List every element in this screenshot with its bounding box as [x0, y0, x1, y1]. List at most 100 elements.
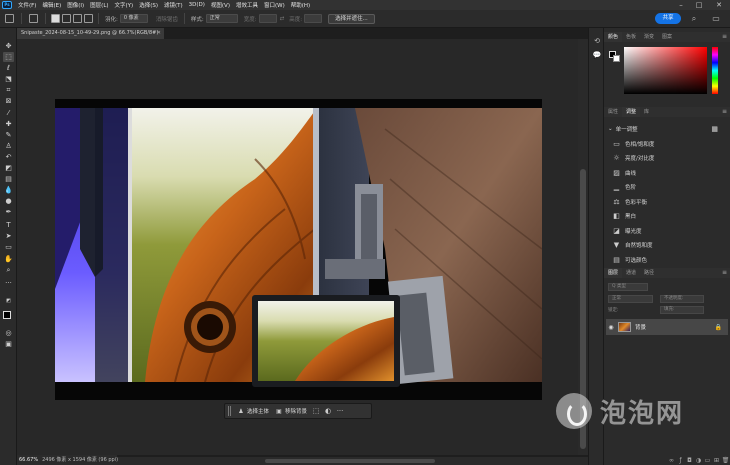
history-brush-tool-icon[interactable]: ↶: [3, 152, 14, 162]
adjust-curves[interactable]: ▨ 曲线: [612, 166, 722, 180]
panel-menu-icon[interactable]: ≡: [722, 107, 727, 117]
maximize-icon[interactable]: □: [692, 0, 706, 10]
menu-type[interactable]: 文字(Y): [112, 1, 137, 9]
move-tool-icon[interactable]: ✥: [3, 41, 14, 51]
adjust-brightness-contrast[interactable]: ☼ 亮度/对比度: [612, 151, 722, 165]
object-select-tool-icon[interactable]: ⬔: [3, 74, 14, 84]
visibility-eye-icon[interactable]: ◉: [606, 324, 616, 331]
adjust-black-white[interactable]: ◧ 黑白: [612, 209, 722, 223]
width-input[interactable]: [258, 14, 277, 23]
color-field[interactable]: [624, 47, 707, 94]
pen-tool-icon[interactable]: ✒: [3, 207, 14, 217]
new-selection-icon[interactable]: [51, 14, 60, 23]
tab-patterns[interactable]: 图案: [658, 32, 676, 42]
tab-swatches[interactable]: 色板: [622, 32, 640, 42]
shape-tool-icon[interactable]: ▭: [3, 242, 14, 252]
transform-icon[interactable]: ⬚: [310, 407, 322, 415]
mask-icon[interactable]: ◘: [685, 457, 694, 464]
tab-adjustments[interactable]: 调整: [622, 107, 641, 117]
panel-menu-icon[interactable]: ≡: [722, 268, 727, 278]
zoom-tool-icon[interactable]: ⌕: [3, 265, 14, 275]
swap-icon[interactable]: ⇄: [280, 16, 285, 22]
close-tab-icon[interactable]: ✕: [157, 28, 161, 39]
tab-layers[interactable]: 图层: [604, 268, 623, 278]
contrast-icon[interactable]: ◐: [322, 407, 334, 415]
menu-plugins[interactable]: 增效工具: [233, 1, 261, 9]
default-colors-icon[interactable]: ◩: [3, 296, 14, 306]
close-icon[interactable]: ✕: [712, 0, 726, 10]
blur-tool-icon[interactable]: 💧: [3, 185, 14, 195]
minimize-icon[interactable]: –: [674, 0, 688, 10]
menu-window[interactable]: 窗口(W): [261, 1, 288, 9]
fill-field[interactable]: 填充:: [660, 306, 704, 314]
search-icon[interactable]: ⌕: [689, 14, 699, 24]
style-select[interactable]: 正常: [205, 14, 238, 23]
layer-kind-filter[interactable]: Q 类型: [608, 283, 648, 291]
blend-mode-select[interactable]: 正常: [608, 295, 653, 303]
fx-icon[interactable]: ƒ: [676, 457, 685, 464]
eraser-tool-icon[interactable]: ◩: [3, 163, 14, 173]
comments-icon[interactable]: 💬: [592, 50, 602, 60]
tab-color[interactable]: 颜色: [604, 32, 623, 42]
eyedropper-tool-icon[interactable]: ⁄: [3, 108, 14, 118]
workspace-icon[interactable]: ▭: [711, 14, 721, 24]
more-icon[interactable]: ···: [334, 407, 346, 415]
menu-help[interactable]: 帮助(H): [288, 1, 313, 9]
tab-libraries[interactable]: 库: [640, 107, 653, 117]
select-and-mask-button[interactable]: 选择并遮住...: [328, 13, 375, 24]
tab-properties[interactable]: 属性: [604, 107, 622, 117]
horizontal-scrollbar[interactable]: [105, 457, 588, 465]
menu-file[interactable]: 文件(F): [15, 1, 39, 9]
brush-tool-icon[interactable]: ✎: [3, 130, 14, 140]
tab-channels[interactable]: 通道: [622, 268, 640, 278]
folder-icon[interactable]: ▭: [703, 457, 712, 464]
opacity-field[interactable]: 不透明度:: [660, 295, 704, 303]
adjust-levels[interactable]: ▁ 色阶: [612, 180, 722, 194]
select-subject-button[interactable]: ♟ 选择主体: [234, 407, 272, 416]
adjust-vibrance[interactable]: ▼ 自然饱和度: [612, 238, 722, 252]
quick-mask-icon[interactable]: ◎: [3, 328, 14, 338]
link-icon[interactable]: ∞: [667, 457, 676, 464]
document-tab[interactable]: Snipaste_2024-08-15_10-49-29.png @ 66.7%…: [17, 28, 164, 39]
marquee-tool-preset-icon[interactable]: [29, 14, 38, 23]
subtract-selection-icon[interactable]: [73, 14, 82, 23]
grid-view-icon[interactable]: ▦: [711, 125, 718, 133]
history-icon[interactable]: ⟲: [592, 36, 602, 46]
lasso-tool-icon[interactable]: ℓ: [3, 63, 14, 73]
healing-tool-icon[interactable]: ✚: [3, 119, 14, 129]
zoom-level[interactable]: 66.67%: [19, 457, 38, 463]
menu-image[interactable]: 图像(I): [64, 1, 87, 9]
drag-handle-icon[interactable]: [228, 406, 231, 416]
add-selection-icon[interactable]: [62, 14, 71, 23]
intersect-selection-icon[interactable]: [84, 14, 93, 23]
tab-gradients[interactable]: 渐变: [640, 32, 658, 42]
adjust-selective-color[interactable]: ▤ 可选颜色: [612, 253, 722, 267]
share-button[interactable]: 共享: [655, 13, 681, 24]
menu-layer[interactable]: 图层(L): [87, 1, 111, 9]
menu-select[interactable]: 选择(S): [136, 1, 161, 9]
screen-mode-icon[interactable]: ▣: [3, 339, 14, 349]
height-input[interactable]: [304, 14, 323, 23]
type-tool-icon[interactable]: T: [3, 220, 14, 230]
menu-edit[interactable]: 编辑(E): [39, 1, 64, 9]
path-select-tool-icon[interactable]: ➤: [3, 231, 14, 241]
adjust-hue-saturation[interactable]: ▭ 色相/饱和度: [612, 137, 722, 151]
menu-filter[interactable]: 滤镜(T): [161, 1, 186, 9]
new-layer-icon[interactable]: ⊞: [712, 457, 721, 464]
hue-slider[interactable]: [712, 47, 718, 94]
layer-row[interactable]: ◉ 背景 🔒: [606, 319, 728, 335]
layer-name[interactable]: 背景: [635, 323, 646, 331]
frame-tool-icon[interactable]: ⊠: [3, 96, 14, 106]
menu-3d[interactable]: 3D(D): [186, 2, 208, 8]
more-tools-icon[interactable]: ···: [3, 278, 14, 288]
dodge-tool-icon[interactable]: ●: [3, 196, 14, 206]
foreground-color-swatch[interactable]: [3, 311, 11, 319]
adjustment-layer-icon[interactable]: ◑: [694, 457, 703, 464]
feather-input[interactable]: 0 像素: [119, 14, 148, 23]
hand-tool-icon[interactable]: ✋: [3, 254, 14, 264]
lock-icon[interactable]: 🔒: [715, 324, 722, 331]
horizontal-scroll-thumb[interactable]: [265, 459, 435, 463]
antialias-checkbox[interactable]: 消除锯齿: [156, 15, 178, 23]
crop-tool-icon[interactable]: ⌗: [3, 85, 14, 95]
menu-view[interactable]: 视图(V): [208, 1, 233, 9]
